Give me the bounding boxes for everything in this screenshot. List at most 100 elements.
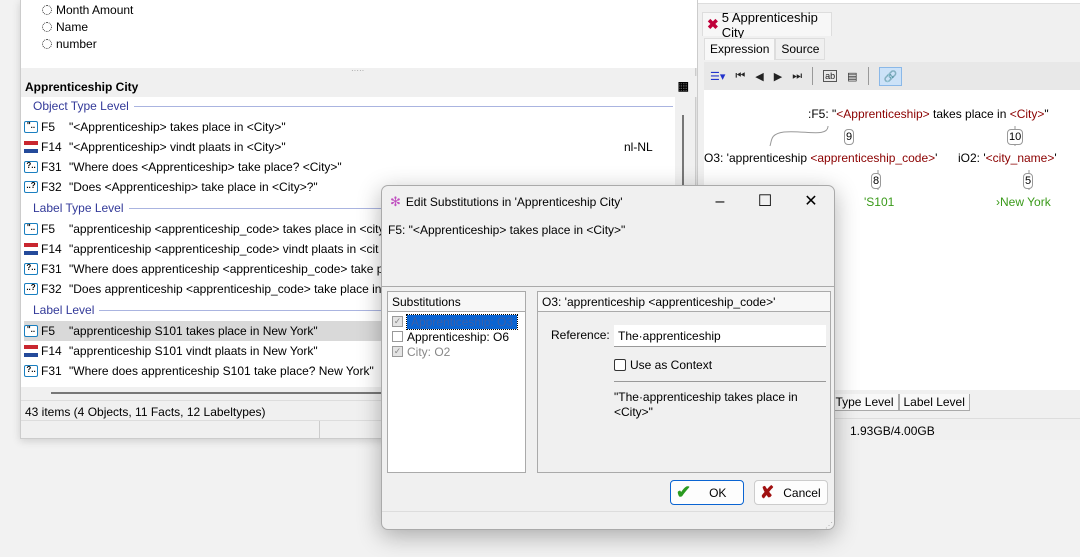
fact-id: F31 — [41, 160, 62, 174]
maximize-icon[interactable]: ☐ — [745, 190, 785, 214]
dutch-flag-icon — [24, 141, 38, 153]
section-header: Object Type Level — [33, 99, 673, 113]
value-type-icon — [42, 5, 52, 15]
fact-text: "Where does apprenticeship S101 take pla… — [69, 364, 374, 378]
fact-id: F14 — [41, 344, 62, 358]
edit-substitutions-dialog: ✻ Edit Substitutions in 'Apprenticeship … — [381, 185, 835, 530]
substitution-detail: O3: 'apprenticeship <apprenticeship_code… — [537, 291, 831, 473]
fact-text: "apprenticeship <apprenticeship_code> ta… — [69, 222, 385, 236]
fact-text: "Does apprenticeship <apprenticeship_cod… — [69, 282, 382, 296]
toolbar-separator — [867, 67, 869, 85]
splitter-handle[interactable]: ····· — [351, 66, 364, 75]
next-icon[interactable]: ▶ — [774, 70, 782, 83]
separator — [614, 381, 826, 382]
fact-id: F31 — [41, 364, 62, 378]
role-pill[interactable]: 5 — [1023, 173, 1034, 189]
object-list: Month Amount Name number — [21, 0, 697, 68]
tab-label-level[interactable]: Label Level — [898, 394, 970, 411]
value-type-icon — [42, 39, 52, 49]
fact-id: F5 — [41, 222, 56, 236]
question-icon: ?.. — [24, 365, 38, 377]
fact-text: "<Apprenticeship> vindt plaats in <City>… — [69, 140, 286, 154]
ab-icon[interactable]: ab — [823, 70, 838, 82]
yesno-question-icon: ..? — [24, 181, 38, 193]
preview-text: "The·apprenticeship takes place in <City… — [614, 390, 798, 419]
checkbox[interactable] — [392, 331, 403, 342]
list-icon[interactable]: ☰▾ — [710, 70, 725, 83]
fact-text: "apprenticeship <apprenticeship_code> vi… — [69, 242, 379, 256]
fact-text: "Where does <Apprenticeship> take place?… — [69, 160, 342, 174]
level-tabs: el Type Level Label Level — [818, 394, 970, 411]
horizontal-scrollbar[interactable] — [51, 392, 431, 394]
fact-id: F5 — [41, 324, 56, 338]
panel-header: Apprenticeship City ▦ — [21, 76, 697, 97]
question-icon: ?.. — [24, 263, 38, 275]
fact-text: "apprenticeship S101 vindt plaats in New… — [69, 344, 318, 358]
edit-table-icon[interactable]: ▤ — [847, 70, 857, 83]
use-as-context-checkbox[interactable]: Use as Context — [614, 358, 712, 372]
object-label: Month Amount — [56, 3, 134, 17]
substitutions-header: Substitutions — [388, 292, 525, 312]
object-node-o3[interactable]: O3: 'apprenticeship <apprenticeship_code… — [704, 151, 937, 165]
object-label: Name — [56, 20, 89, 34]
columns-icon[interactable]: ▦ — [678, 79, 689, 93]
fact-row[interactable]: ?.. F31 "Where does <Apprenticeship> take … — [24, 157, 674, 177]
x-icon: ✘ — [760, 482, 775, 502]
object-item[interactable]: Name — [42, 20, 88, 34]
object-item[interactable]: number — [42, 37, 97, 51]
tab-expression[interactable]: Expression — [704, 38, 776, 60]
panel-title: Apprenticeship City — [25, 80, 139, 94]
memory-usage: 1.93GB/4.00GB — [850, 424, 935, 438]
fact-id: F32 — [41, 180, 62, 194]
cancel-button[interactable]: ✘ Cancel — [754, 480, 828, 505]
editor-tab[interactable]: ✖ 5 Apprenticeship City — [702, 10, 832, 40]
checkbox[interactable]: ✓ — [392, 346, 403, 357]
dutch-flag-icon — [24, 243, 38, 255]
role-pill[interactable]: 10 — [1007, 129, 1024, 145]
substitutions-list: Substitutions ✓ Apprenticeship: O3 Appren… — [387, 291, 526, 473]
checkbox[interactable] — [614, 359, 626, 371]
value-type-icon — [42, 22, 52, 32]
role-pill[interactable]: 8 — [871, 173, 882, 189]
object-label: number — [56, 37, 97, 51]
fact-text: "<Apprenticeship> takes place in <City>" — [69, 120, 286, 134]
fact-row[interactable]: F14 "<Apprenticeship> vindt plaats in <Ci… — [24, 137, 674, 157]
toolbar-separator — [812, 67, 814, 85]
fact-text: "Where does apprenticeship <apprenticesh… — [69, 262, 384, 276]
substitution-item[interactable]: Apprenticeship: O6 — [392, 329, 525, 344]
checkbox[interactable]: ✓ — [392, 316, 403, 327]
vertical-scrollbar[interactable] — [682, 115, 684, 190]
substitution-item[interactable]: ✓ City: O2 — [392, 344, 525, 359]
object-item[interactable]: Month Amount — [42, 3, 133, 17]
dutch-flag-icon — [24, 345, 38, 357]
first-icon[interactable]: ⏮ — [735, 70, 745, 83]
value-node[interactable]: ›New York — [996, 195, 1051, 209]
fact-id: F31 — [41, 262, 62, 276]
dialog-titlebar: ✻ Edit Substitutions in 'Apprenticeship … — [382, 186, 834, 217]
minimize-icon[interactable]: – — [700, 190, 740, 214]
reference-input[interactable] — [614, 325, 826, 347]
role-pill[interactable]: 9 — [844, 129, 855, 145]
tab-source[interactable]: Source — [775, 38, 826, 60]
value-node[interactable]: 'S101 — [864, 195, 894, 209]
substitution-item[interactable]: ✓ Apprenticeship: O3 — [392, 313, 525, 330]
close-icon[interactable]: ✕ — [791, 190, 831, 214]
fact-statement-icon: ".. — [24, 325, 38, 337]
reference-label: Reference: — [551, 328, 610, 342]
dialog-status: ⋰ — [382, 511, 834, 529]
fact-row[interactable]: ".. F5 "<Apprenticeship> takes place in <C… — [24, 117, 674, 137]
detail-header: O3: 'apprenticeship <apprenticeship_code… — [538, 292, 830, 312]
last-icon[interactable]: ⏭ — [792, 70, 802, 83]
previous-icon[interactable]: ◀ — [755, 70, 763, 83]
fact-statement-icon: ".. — [24, 121, 38, 133]
fact-id: F32 — [41, 282, 62, 296]
fact-id: F14 — [41, 242, 62, 256]
fact-id: F14 — [41, 140, 62, 154]
close-tab-icon[interactable]: ✖ — [707, 16, 719, 33]
ok-button[interactable]: ✔ OK — [670, 480, 744, 505]
fact-id: F5 — [41, 120, 56, 134]
object-node-o2[interactable]: iO2: '<city_name>' — [958, 151, 1057, 165]
subtabs: Expression Source — [704, 38, 826, 60]
resize-grip-icon[interactable]: ⋰ — [825, 521, 833, 529]
link-icon[interactable]: 🔗 — [878, 66, 903, 86]
